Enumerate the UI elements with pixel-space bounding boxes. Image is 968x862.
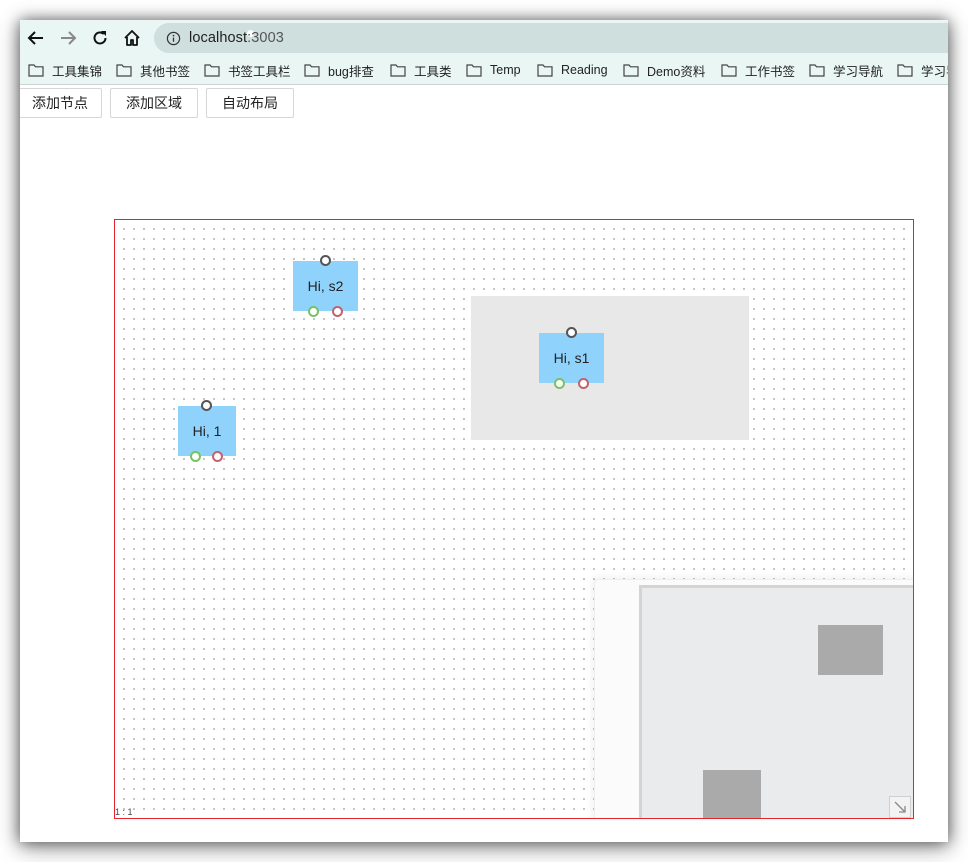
folder-icon	[204, 64, 220, 77]
bookmark-folder[interactable]: 学习导航	[809, 56, 883, 84]
reload-button[interactable]	[88, 26, 112, 50]
auto-layout-button[interactable]: 自动布局	[206, 88, 294, 118]
output-port-green[interactable]	[308, 306, 319, 317]
node-label: Hi, 1	[192, 423, 222, 439]
region[interactable]	[471, 296, 749, 440]
input-port[interactable]	[566, 327, 577, 338]
bookmark-folder[interactable]: 书签工具栏	[204, 56, 291, 84]
graph-canvas[interactable]: Hi, s2 Hi, s1 Hi, 1 1: 1	[114, 219, 914, 819]
output-port-green[interactable]	[190, 451, 201, 462]
forward-button[interactable]	[56, 26, 80, 50]
folder-icon	[28, 64, 44, 77]
bookmark-folder[interactable]: 工具集锦	[28, 56, 102, 84]
folder-icon	[623, 64, 639, 77]
minimap-viewport[interactable]	[639, 585, 913, 818]
zoom-scale-label: 1 : 1	[115, 807, 133, 817]
folder-icon	[304, 64, 320, 77]
node-label: Hi, s1	[553, 350, 590, 366]
folder-icon	[116, 64, 132, 77]
info-icon[interactable]	[165, 30, 181, 46]
output-port-red[interactable]	[332, 306, 343, 317]
arrow-right-icon	[61, 31, 77, 45]
folder-icon	[809, 64, 825, 77]
bookmark-folder[interactable]: Demo资料	[623, 56, 705, 84]
folder-icon	[897, 64, 913, 77]
minimap[interactable]	[594, 579, 913, 818]
graph-node[interactable]: Hi, 1	[178, 400, 236, 462]
url-text: localhost:3003	[189, 30, 284, 46]
folder-icon	[721, 64, 737, 77]
address-bar[interactable]: localhost:3003	[154, 23, 948, 53]
bookmark-folder[interactable]: 其他书签	[116, 56, 190, 84]
add-node-button[interactable]: 添加节点	[20, 88, 102, 118]
bookmark-folder[interactable]: Reading	[537, 56, 608, 84]
bookmark-folder[interactable]: 工作书签	[721, 56, 795, 84]
folder-icon	[466, 64, 482, 77]
bookmark-folder[interactable]: bug排查	[304, 56, 374, 84]
home-icon	[124, 30, 140, 46]
minimap-node	[703, 770, 761, 818]
add-region-button[interactable]: 添加区域	[110, 88, 198, 118]
output-port-red[interactable]	[212, 451, 223, 462]
bookmarks-bar: 工具集锦 其他书签 书签工具栏 bug排查 工具类 Temp Reading D…	[20, 56, 948, 85]
folder-icon	[537, 64, 553, 77]
browser-window: localhost:3003 工具集锦 其他书签 书签工具栏 bug排查 工具类…	[20, 20, 948, 842]
minimap-resize-handle[interactable]	[889, 796, 911, 818]
bookmark-folder[interactable]: 工具类	[390, 56, 452, 84]
back-button[interactable]	[24, 26, 48, 50]
arrow-left-icon	[27, 31, 43, 45]
input-port[interactable]	[320, 255, 331, 266]
bookmark-folder[interactable]: 学习导	[897, 56, 948, 84]
minimap-node	[818, 625, 883, 675]
graph-node[interactable]: Hi, s1	[539, 327, 604, 389]
home-button[interactable]	[120, 26, 144, 50]
graph-node[interactable]: Hi, s2	[293, 255, 358, 317]
resize-diagonal-icon	[894, 801, 906, 813]
browser-toolbar: localhost:3003	[20, 20, 948, 56]
output-port-green[interactable]	[554, 378, 565, 389]
reload-icon	[93, 31, 107, 45]
page-content: 添加节点 添加区域 自动布局 Hi, s2 Hi, s1 Hi, 1 1: 1	[20, 85, 948, 842]
bookmark-folder[interactable]: Temp	[466, 56, 521, 84]
folder-icon	[390, 64, 406, 77]
output-port-red[interactable]	[578, 378, 589, 389]
node-label: Hi, s2	[307, 278, 344, 294]
input-port[interactable]	[201, 400, 212, 411]
